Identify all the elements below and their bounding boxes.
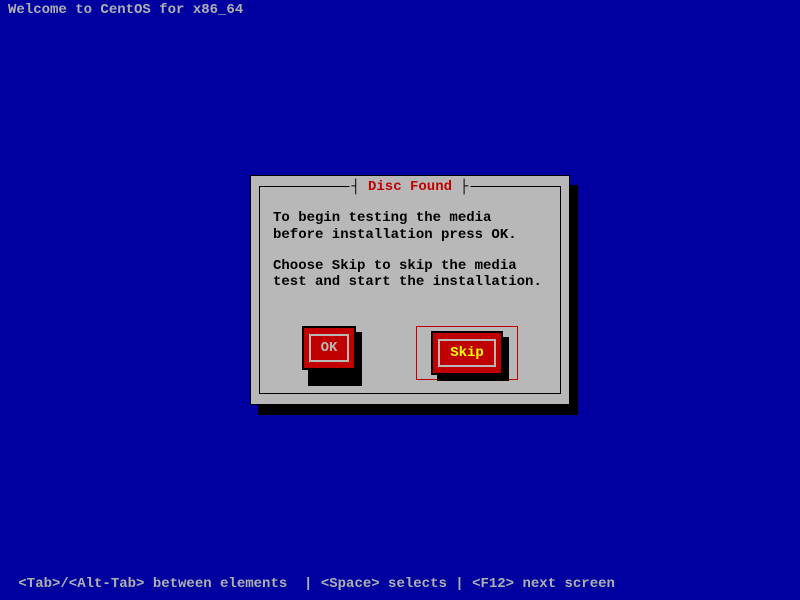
installer-screen: Welcome to CentOS for x86_64 ┤ Disc Foun… <box>0 0 800 600</box>
title-bracket-right: ├ <box>460 179 468 195</box>
skip-button-group: Skip <box>431 331 503 375</box>
dialog-title: Disc Found <box>364 179 456 195</box>
dialog-title-wrap: ┤ Disc Found ├ <box>350 179 471 195</box>
disc-found-dialog: ┤ Disc Found ├ To begin testing the medi… <box>250 175 570 405</box>
dialog-text-1: To begin testing the media before instal… <box>273 210 547 244</box>
title-bracket-left: ┤ <box>352 179 360 195</box>
dialog-body: To begin testing the media before instal… <box>273 210 547 291</box>
ok-button[interactable]: OK <box>302 326 356 370</box>
button-row: OK Skip <box>251 326 569 380</box>
skip-button-label: Skip <box>438 339 496 367</box>
footer-hints: <Tab>/<Alt-Tab> between elements | <Spac… <box>10 576 623 592</box>
skip-button[interactable]: Skip <box>431 331 503 375</box>
ok-button-group: OK <box>302 326 356 380</box>
dialog-text-2: Choose Skip to skip the media test and s… <box>273 258 547 292</box>
welcome-header: Welcome to CentOS for x86_64 <box>8 2 243 18</box>
ok-button-label: OK <box>309 334 350 362</box>
skip-button-focus-ring: Skip <box>416 326 518 380</box>
